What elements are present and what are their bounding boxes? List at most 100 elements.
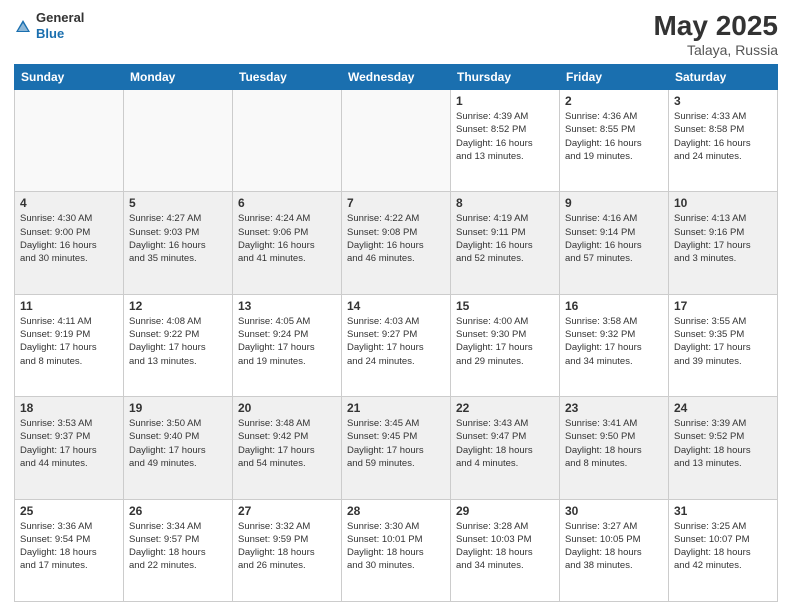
day-info: Sunrise: 4:16 AM Sunset: 9:14 PM Dayligh…	[565, 212, 663, 265]
day-number: 2	[565, 94, 663, 108]
day-info: Sunrise: 4:19 AM Sunset: 9:11 PM Dayligh…	[456, 212, 554, 265]
calendar-cell	[124, 90, 233, 192]
calendar-cell: 24Sunrise: 3:39 AM Sunset: 9:52 PM Dayli…	[669, 397, 778, 499]
day-number: 14	[347, 299, 445, 313]
calendar-cell: 28 Sunrise: 3:30 AM Sunset: 10:01 PM Dayl…	[342, 499, 451, 601]
calendar-cell: 23 Sunrise: 3:41 AM Sunset: 9:50 PM Dayli…	[560, 397, 669, 499]
day-number: 12	[129, 299, 227, 313]
calendar-cell: 18 Sunrise: 3:53 AM Sunset: 9:37 PM Dayli…	[15, 397, 124, 499]
calendar-cell: 30 Sunrise: 3:27 AM Sunset: 10:05 PM Dayl…	[560, 499, 669, 601]
weekday-header: Monday	[124, 65, 233, 90]
day-number: 19	[129, 401, 227, 415]
title-location: Talaya, Russia	[653, 42, 778, 58]
calendar-cell: 7 Sunrise: 4:22 AM Sunset: 9:08 PM Daylig…	[342, 192, 451, 294]
calendar-cell: 10Sunrise: 4:13 AM Sunset: 9:16 PM Dayli…	[669, 192, 778, 294]
day-info: Sunrise: 4:00 AM Sunset: 9:30 PM Dayligh…	[456, 315, 554, 368]
day-number: 4	[20, 196, 118, 210]
day-info: Sunrise: 4:13 AM Sunset: 9:16 PM Dayligh…	[674, 212, 772, 265]
calendar-cell: 17 Sunrise: 3:55 AM Sunset: 9:35 PM Dayli…	[669, 294, 778, 396]
day-info: Sunrise: 3:48 AM Sunset: 9:42 PM Dayligh…	[238, 417, 336, 470]
day-number: 6	[238, 196, 336, 210]
calendar-week-row: 25Sunrise: 3:36 AM Sunset: 9:54 PM Dayli…	[15, 499, 778, 601]
day-info: Sunrise: 4:11 AM Sunset: 9:19 PM Dayligh…	[20, 315, 118, 368]
day-number: 28	[347, 504, 445, 518]
calendar-week-row: 1Sunrise: 4:39 AM Sunset: 8:52 PM Daylig…	[15, 90, 778, 192]
weekday-header: Thursday	[451, 65, 560, 90]
calendar-cell: 2 Sunrise: 4:36 AM Sunset: 8:55 PM Daylig…	[560, 90, 669, 192]
calendar-cell: 19 Sunrise: 3:50 AM Sunset: 9:40 PM Dayli…	[124, 397, 233, 499]
calendar-week-row: 18 Sunrise: 3:53 AM Sunset: 9:37 PM Dayli…	[15, 397, 778, 499]
logo-general: General	[36, 10, 84, 26]
day-info: Sunrise: 4:30 AM Sunset: 9:00 PM Dayligh…	[20, 212, 118, 265]
day-info: Sunrise: 3:32 AM Sunset: 9:59 PM Dayligh…	[238, 520, 336, 573]
logo-icon	[14, 18, 32, 36]
day-number: 22	[456, 401, 554, 415]
day-info: Sunrise: 3:27 AM Sunset: 10:05 PM Daylig…	[565, 520, 663, 573]
day-number: 24	[674, 401, 772, 415]
calendar-cell: 12Sunrise: 4:08 AM Sunset: 9:22 PM Dayli…	[124, 294, 233, 396]
title-block: May 2025 Talaya, Russia	[653, 10, 778, 58]
day-info: Sunrise: 3:55 AM Sunset: 9:35 PM Dayligh…	[674, 315, 772, 368]
day-number: 1	[456, 94, 554, 108]
calendar-cell: 9Sunrise: 4:16 AM Sunset: 9:14 PM Daylig…	[560, 192, 669, 294]
day-info: Sunrise: 4:36 AM Sunset: 8:55 PM Dayligh…	[565, 110, 663, 163]
calendar-cell: 5Sunrise: 4:27 AM Sunset: 9:03 PM Daylig…	[124, 192, 233, 294]
day-info: Sunrise: 4:27 AM Sunset: 9:03 PM Dayligh…	[129, 212, 227, 265]
calendar-cell: 3Sunrise: 4:33 AM Sunset: 8:58 PM Daylig…	[669, 90, 778, 192]
day-info: Sunrise: 3:45 AM Sunset: 9:45 PM Dayligh…	[347, 417, 445, 470]
day-number: 16	[565, 299, 663, 313]
day-info: Sunrise: 3:58 AM Sunset: 9:32 PM Dayligh…	[565, 315, 663, 368]
logo-blue: Blue	[36, 26, 84, 42]
day-number: 17	[674, 299, 772, 313]
day-number: 18	[20, 401, 118, 415]
logo-text: General Blue	[36, 10, 84, 41]
day-info: Sunrise: 3:53 AM Sunset: 9:37 PM Dayligh…	[20, 417, 118, 470]
day-info: Sunrise: 4:22 AM Sunset: 9:08 PM Dayligh…	[347, 212, 445, 265]
calendar-cell	[15, 90, 124, 192]
day-info: Sunrise: 3:28 AM Sunset: 10:03 PM Daylig…	[456, 520, 554, 573]
header: General Blue May 2025 Talaya, Russia	[14, 10, 778, 58]
day-info: Sunrise: 3:30 AM Sunset: 10:01 PM Daylig…	[347, 520, 445, 573]
day-number: 20	[238, 401, 336, 415]
day-info: Sunrise: 4:24 AM Sunset: 9:06 PM Dayligh…	[238, 212, 336, 265]
calendar-cell: 11 Sunrise: 4:11 AM Sunset: 9:19 PM Dayli…	[15, 294, 124, 396]
day-info: Sunrise: 3:36 AM Sunset: 9:54 PM Dayligh…	[20, 520, 118, 573]
weekday-header-row: SundayMondayTuesdayWednesdayThursdayFrid…	[15, 65, 778, 90]
calendar-cell: 14Sunrise: 4:03 AM Sunset: 9:27 PM Dayli…	[342, 294, 451, 396]
calendar-cell: 6 Sunrise: 4:24 AM Sunset: 9:06 PM Daylig…	[233, 192, 342, 294]
day-info: Sunrise: 3:50 AM Sunset: 9:40 PM Dayligh…	[129, 417, 227, 470]
page: General Blue May 2025 Talaya, Russia Sun…	[0, 0, 792, 612]
calendar-cell: 1Sunrise: 4:39 AM Sunset: 8:52 PM Daylig…	[451, 90, 560, 192]
day-number: 26	[129, 504, 227, 518]
day-info: Sunrise: 3:41 AM Sunset: 9:50 PM Dayligh…	[565, 417, 663, 470]
calendar-cell: 4 Sunrise: 4:30 AM Sunset: 9:00 PM Daylig…	[15, 192, 124, 294]
calendar-cell: 13 Sunrise: 4:05 AM Sunset: 9:24 PM Dayli…	[233, 294, 342, 396]
day-number: 23	[565, 401, 663, 415]
day-info: Sunrise: 4:05 AM Sunset: 9:24 PM Dayligh…	[238, 315, 336, 368]
calendar-cell: 25Sunrise: 3:36 AM Sunset: 9:54 PM Dayli…	[15, 499, 124, 601]
calendar-cell: 31Sunrise: 3:25 AM Sunset: 10:07 PM Dayl…	[669, 499, 778, 601]
day-info: Sunrise: 4:33 AM Sunset: 8:58 PM Dayligh…	[674, 110, 772, 163]
day-number: 30	[565, 504, 663, 518]
weekday-header: Tuesday	[233, 65, 342, 90]
day-number: 8	[456, 196, 554, 210]
calendar-cell	[342, 90, 451, 192]
day-number: 13	[238, 299, 336, 313]
logo: General Blue	[14, 10, 84, 41]
calendar-cell	[233, 90, 342, 192]
calendar-cell: 22 Sunrise: 3:43 AM Sunset: 9:47 PM Dayli…	[451, 397, 560, 499]
calendar-week-row: 11 Sunrise: 4:11 AM Sunset: 9:19 PM Dayli…	[15, 294, 778, 396]
calendar-cell: 15Sunrise: 4:00 AM Sunset: 9:30 PM Dayli…	[451, 294, 560, 396]
calendar-cell: 16 Sunrise: 3:58 AM Sunset: 9:32 PM Dayli…	[560, 294, 669, 396]
day-info: Sunrise: 3:25 AM Sunset: 10:07 PM Daylig…	[674, 520, 772, 573]
day-info: Sunrise: 3:43 AM Sunset: 9:47 PM Dayligh…	[456, 417, 554, 470]
day-number: 29	[456, 504, 554, 518]
calendar-cell: 20 Sunrise: 3:48 AM Sunset: 9:42 PM Dayli…	[233, 397, 342, 499]
day-number: 21	[347, 401, 445, 415]
calendar-cell: 27 Sunrise: 3:32 AM Sunset: 9:59 PM Dayli…	[233, 499, 342, 601]
day-number: 11	[20, 299, 118, 313]
day-number: 27	[238, 504, 336, 518]
weekday-header: Saturday	[669, 65, 778, 90]
day-number: 7	[347, 196, 445, 210]
title-month: May 2025	[653, 10, 778, 42]
